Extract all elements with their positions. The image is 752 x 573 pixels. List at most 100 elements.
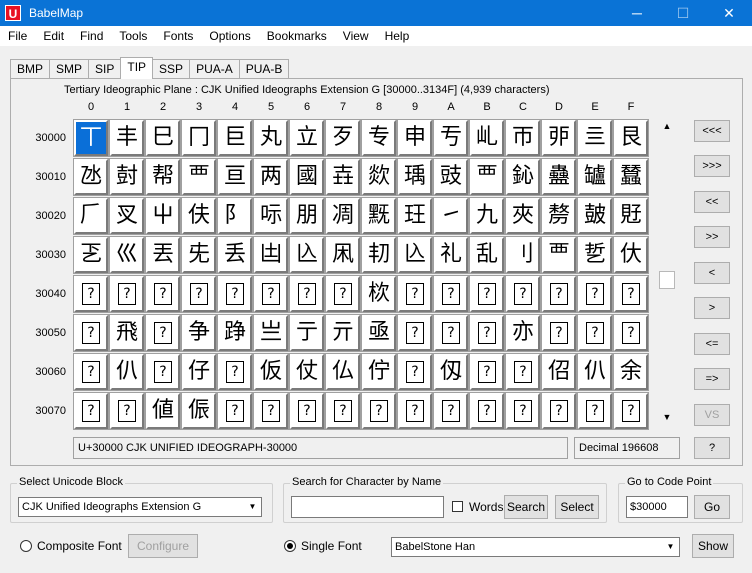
character-cell[interactable]: 丢 [217, 236, 253, 274]
character-cell[interactable]: 巛 [109, 236, 145, 274]
character-cell[interactable]: 刂 [505, 236, 541, 274]
character-cell[interactable]: 亘 [217, 158, 253, 196]
character-cell[interactable]: ? [217, 275, 253, 313]
character-cell[interactable]: ? [217, 353, 253, 391]
character-cell[interactable]: 屮 [145, 197, 181, 235]
nav-button[interactable]: > [694, 297, 730, 319]
character-cell[interactable]: ? [73, 392, 109, 430]
character-cell[interactable]: ? [541, 392, 577, 430]
character-cell[interactable]: 國 [289, 158, 325, 196]
character-cell[interactable]: ? [541, 275, 577, 313]
character-cell[interactable]: 欻 [361, 158, 397, 196]
tab-tip[interactable]: TIP [120, 57, 154, 79]
character-cell[interactable]: 帮 [145, 158, 181, 196]
character-cell[interactable]: 蠺 [613, 158, 649, 196]
character-cell[interactable]: ? [217, 392, 253, 430]
character-cell[interactable]: 㐲 [613, 236, 649, 274]
character-cell[interactable]: 凷 [253, 236, 289, 274]
character-cell[interactable]: 立 [289, 119, 325, 157]
character-cell[interactable]: 亍 [289, 314, 325, 352]
character-cell[interactable]: 凩 [325, 236, 361, 274]
character-cell[interactable]: 飛 [109, 314, 145, 352]
scroll-down-arrow-icon[interactable]: ▼ [658, 409, 676, 426]
menu-help[interactable]: Help [377, 29, 418, 43]
character-cell[interactable]: ? [469, 275, 505, 313]
tab-pua-b[interactable]: PUA-B [238, 59, 290, 79]
scroll-up-arrow-icon[interactable]: ▲ [658, 118, 676, 135]
character-cell[interactable]: 仮 [253, 353, 289, 391]
character-cell[interactable]: 专 [361, 119, 397, 157]
font-select[interactable]: BabelStone Han ▼ [391, 537, 680, 557]
character-cell[interactable]: 申 [397, 119, 433, 157]
character-cell[interactable]: 佇 [361, 353, 397, 391]
character-cell[interactable]: 皷 [577, 197, 613, 235]
character-cell[interactable]: 値 [145, 392, 181, 430]
character-cell[interactable]: 鈊 [505, 158, 541, 196]
character-cell[interactable]: 亓 [325, 314, 361, 352]
character-cell[interactable]: 亐 [433, 119, 469, 157]
character-cell[interactable]: ? [325, 392, 361, 430]
character-cell[interactable]: ? [469, 392, 505, 430]
character-cell[interactable]: 侲 [181, 392, 217, 430]
character-cell[interactable]: ? [145, 353, 181, 391]
character-cell[interactable]: 兦 [289, 236, 325, 274]
tab-ssp[interactable]: SSP [152, 59, 191, 79]
character-cell[interactable]: ? [433, 275, 469, 313]
character-cell[interactable]: 丰 [109, 119, 145, 157]
tab-sip[interactable]: SIP [88, 59, 122, 79]
character-cell[interactable]: 豉 [433, 158, 469, 196]
character-cell[interactable]: 尌 [109, 158, 145, 196]
character-cell[interactable]: ? [397, 314, 433, 352]
menu-file[interactable]: File [0, 29, 35, 43]
character-cell[interactable]: ? [181, 275, 217, 313]
character-cell[interactable]: ? [397, 275, 433, 313]
character-cell[interactable]: 巨 [217, 119, 253, 157]
character-cell[interactable]: 瑀 [397, 158, 433, 196]
character-cell[interactable]: ? [613, 275, 649, 313]
character-cell[interactable]: ? [361, 392, 397, 430]
nav-button[interactable]: << [694, 191, 730, 213]
maximize-button[interactable]: ☐ [660, 0, 706, 26]
configure-button[interactable]: Configure [128, 534, 198, 558]
menu-view[interactable]: View [335, 29, 377, 43]
character-cell[interactable]: 踭 [217, 314, 253, 352]
character-cell[interactable]: ? [505, 392, 541, 430]
character-cell[interactable]: 亦 [505, 314, 541, 352]
character-cell[interactable]: ? [505, 353, 541, 391]
character-cell[interactable]: 㕚 [109, 197, 145, 235]
character-cell[interactable]: 仏 [325, 353, 361, 391]
character-cell[interactable]: ? [289, 392, 325, 430]
menu-bookmarks[interactable]: Bookmarks [259, 29, 335, 43]
search-input[interactable] [291, 496, 444, 518]
tab-smp[interactable]: SMP [49, 59, 90, 79]
character-cell[interactable]: ㇀ [433, 197, 469, 235]
character-cell[interactable]: ? [577, 314, 613, 352]
character-cell[interactable]: 黖 [361, 197, 397, 235]
character-cell[interactable]: 乤 [73, 236, 109, 274]
close-button[interactable]: ✕ [706, 0, 752, 26]
character-cell[interactable]: 兦 [397, 236, 433, 274]
search-button[interactable]: Search [504, 495, 548, 519]
character-cell[interactable]: 覎 [613, 197, 649, 235]
nav-button[interactable]: >> [694, 226, 730, 248]
character-cell[interactable]: ? [613, 392, 649, 430]
go-button[interactable]: Go [694, 495, 730, 519]
character-cell[interactable]: ? [433, 392, 469, 430]
character-cell[interactable]: 阝 [217, 197, 253, 235]
character-cell[interactable]: 罏 [577, 158, 613, 196]
character-cell[interactable]: ? [73, 353, 109, 391]
show-button[interactable]: Show [692, 534, 734, 558]
tab-bmp[interactable]: BMP [10, 59, 51, 79]
character-cell[interactable]: 亖 [577, 119, 613, 157]
character-cell[interactable]: ? [433, 314, 469, 352]
menu-fonts[interactable]: Fonts [155, 29, 201, 43]
character-cell[interactable]: 帀 [505, 119, 541, 157]
character-cell[interactable]: 佋 [541, 353, 577, 391]
character-cell[interactable]: 呩 [253, 197, 289, 235]
character-cell[interactable]: 亗 [253, 314, 289, 352]
menu-find[interactable]: Find [72, 29, 111, 43]
character-cell[interactable]: 覀 [541, 236, 577, 274]
character-cell[interactable]: ? [73, 314, 109, 352]
menu-options[interactable]: Options [201, 29, 258, 43]
character-cell[interactable]: ? [505, 275, 541, 313]
